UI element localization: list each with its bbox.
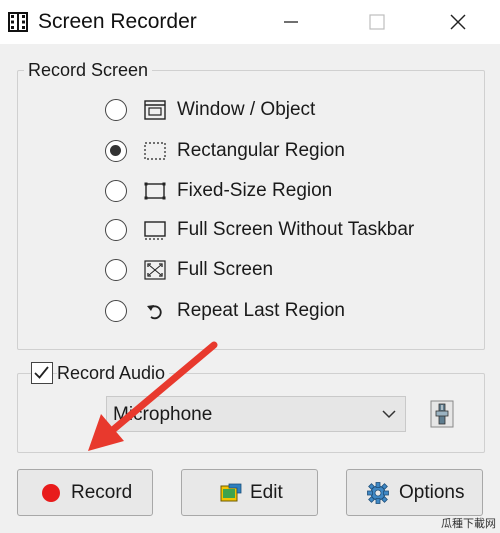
- radio-button[interactable]: [105, 180, 127, 202]
- radio-button[interactable]: [105, 219, 127, 241]
- record-mode-option[interactable]: Full Screen: [105, 257, 435, 285]
- audio-device-select[interactable]: Microphone: [106, 396, 406, 432]
- fullscreen-no-taskbar-icon: [144, 221, 166, 240]
- checkmark-icon: [34, 366, 49, 379]
- chevron-down-icon: [382, 410, 396, 419]
- title-bar: Screen Recorder: [0, 0, 500, 44]
- record-mode-option[interactable]: Repeat Last Region: [105, 298, 435, 326]
- maximize-icon[interactable]: [363, 8, 391, 36]
- audio-device-value: Microphone: [113, 404, 213, 425]
- rectangular-region-icon: [144, 142, 166, 160]
- record-mode-label: Rectangular Region: [177, 140, 345, 161]
- edit-clip-icon: [220, 483, 242, 502]
- record-mode-option[interactable]: Full Screen Without Taskbar: [105, 217, 435, 245]
- edit-button[interactable]: Edit: [181, 469, 318, 516]
- record-mode-option[interactable]: Window / Object: [105, 97, 435, 125]
- options-button-label: Options: [399, 482, 465, 503]
- film-strip-icon: [8, 12, 28, 32]
- record-mode-label: Window / Object: [177, 99, 316, 120]
- edit-button-label: Edit: [250, 482, 283, 503]
- record-audio-label: Record Audio: [57, 361, 170, 385]
- record-mode-label: Full Screen: [177, 259, 274, 280]
- record-mode-option[interactable]: Rectangular Region: [105, 138, 435, 166]
- options-button[interactable]: Options: [346, 469, 483, 516]
- window-title: Screen Recorder: [38, 10, 197, 33]
- window-object-icon: [144, 100, 166, 120]
- close-icon[interactable]: [444, 8, 472, 36]
- radio-button[interactable]: [105, 99, 127, 121]
- fullscreen-icon: [144, 260, 166, 280]
- screen-recorder-window: Screen Recorder Record Screen Window / O…: [0, 0, 500, 533]
- repeat-region-icon: [147, 305, 162, 320]
- gear-icon: [367, 482, 389, 504]
- audio-settings-icon[interactable]: [430, 400, 454, 428]
- record-screen-group-label: Record Screen: [24, 60, 153, 80]
- record-audio-checkbox[interactable]: [31, 362, 53, 384]
- record-mode-option[interactable]: Fixed-Size Region: [105, 178, 435, 206]
- radio-button[interactable]: [105, 300, 127, 322]
- minimize-icon[interactable]: [277, 8, 305, 36]
- record-mode-label: Full Screen Without Taskbar: [177, 219, 415, 240]
- radio-button[interactable]: [105, 140, 127, 162]
- record-mode-label: Repeat Last Region: [177, 300, 345, 321]
- record-mode-label: Fixed-Size Region: [177, 180, 333, 201]
- fixed-size-region-icon: [144, 182, 166, 200]
- radio-button[interactable]: [105, 259, 127, 281]
- record-button-label: Record: [71, 482, 133, 503]
- record-dot-icon: [42, 484, 60, 502]
- record-button[interactable]: Record: [17, 469, 153, 516]
- watermark: 瓜種下載网: [441, 518, 496, 530]
